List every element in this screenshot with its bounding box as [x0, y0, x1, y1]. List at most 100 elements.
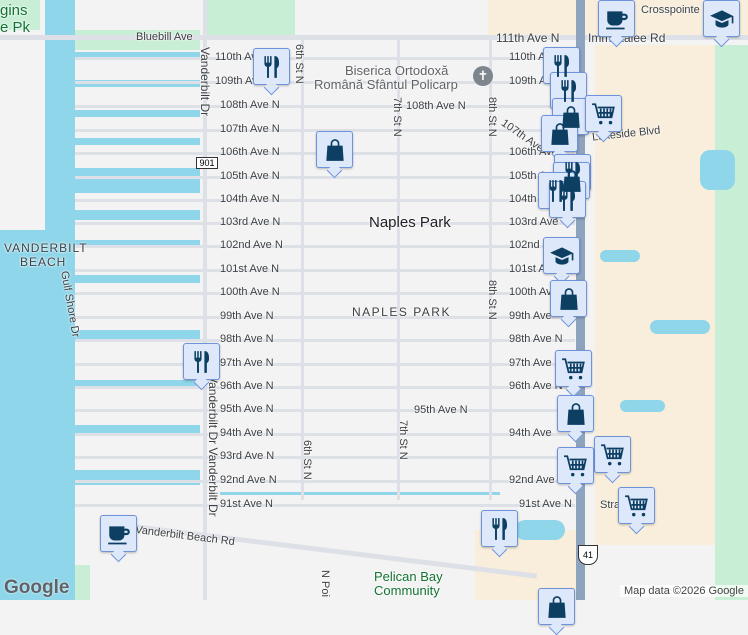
- avenue-label: 101st Ave N: [220, 263, 280, 275]
- avenue-label: 110th A: [509, 51, 546, 63]
- shopping-icon: [563, 401, 589, 427]
- avenue-label: 103rd Ave N: [220, 216, 281, 228]
- road: [75, 409, 575, 412]
- avenue-label: 91st Ave N: [519, 498, 572, 510]
- road: [75, 433, 575, 436]
- grocery-marker[interactable]: [555, 350, 592, 387]
- road: [75, 316, 575, 319]
- grocery-icon: [600, 442, 626, 468]
- school-icon: [709, 6, 735, 32]
- restaurant-marker[interactable]: [253, 48, 290, 85]
- avenue-label: 104th Ave N: [220, 193, 280, 205]
- shopping-marker[interactable]: [557, 395, 594, 432]
- road: [75, 105, 575, 108]
- coffee-marker[interactable]: [598, 0, 635, 37]
- canal: [220, 492, 500, 495]
- grocery-icon: [561, 356, 587, 382]
- road: [75, 339, 575, 342]
- avenue-label: 98th Ave N: [220, 333, 274, 345]
- avenue-label: 92nd Ave N: [220, 474, 277, 486]
- canal: [65, 138, 200, 145]
- restaurant-marker[interactable]: [549, 181, 586, 218]
- coffee-marker[interactable]: [100, 515, 137, 552]
- restaurant-icon: [549, 53, 575, 79]
- coffee-icon: [106, 521, 132, 547]
- grocery-marker[interactable]: [618, 487, 655, 524]
- restaurant-icon: [555, 187, 581, 213]
- restaurant-marker[interactable]: [481, 510, 518, 547]
- grocery-marker[interactable]: [594, 436, 631, 473]
- shopping-marker[interactable]: [316, 131, 353, 168]
- pond: [515, 520, 565, 540]
- street-label: 6th St N: [293, 44, 305, 84]
- route-901-shield: 901: [196, 157, 218, 169]
- road: [75, 386, 575, 389]
- map-canvas[interactable]: 110th Ave 109th Ave 108th Ave N 107th Ave N…: [0, 0, 748, 625]
- street-label: 108th Ave N: [406, 100, 466, 112]
- road: [75, 222, 575, 225]
- restaurant-icon: [556, 78, 582, 104]
- road: [75, 199, 575, 202]
- road: [75, 245, 575, 248]
- neighborhood-label: Naples Park: [369, 214, 451, 231]
- school-marker[interactable]: [543, 237, 580, 274]
- gulf: [0, 230, 45, 600]
- google-logo[interactable]: Google: [4, 577, 69, 599]
- park-area: [715, 45, 748, 600]
- avenue-label: 108th Ave N: [220, 99, 280, 111]
- avenue-label: 107th Ave N: [220, 123, 280, 135]
- avenue-label: 99th Ave N: [220, 310, 274, 322]
- restaurant-icon: [189, 349, 215, 375]
- road: [75, 269, 575, 272]
- place-label: Crosspointe: [641, 4, 700, 16]
- avenue-label: 100th Ave N: [220, 286, 280, 298]
- avenue-label: 91st Ave N: [220, 498, 273, 510]
- shopping-icon: [547, 121, 573, 147]
- avenue-label: 109th A: [509, 75, 547, 87]
- poi-label: Română Sfântul Policarp: [314, 77, 458, 92]
- park-label: gins: [0, 2, 28, 19]
- street-label: Vanderbilt Beach Rd: [134, 523, 236, 549]
- avenue-label: 93rd Ave N: [220, 450, 275, 462]
- park-area: [205, 0, 295, 35]
- street-label: Bluebill Ave: [136, 31, 193, 43]
- shopping-marker[interactable]: [541, 115, 578, 152]
- avenue-label: 94th Ave N: [220, 427, 274, 439]
- street-label: 8th St N: [486, 280, 498, 320]
- avenue-label: 97th Ave: [509, 357, 552, 369]
- park-label: e Pk: [0, 19, 31, 36]
- church-icon[interactable]: ✝: [473, 66, 493, 86]
- pond: [700, 150, 735, 190]
- area-label: BEACH: [20, 255, 67, 269]
- road: [75, 292, 575, 295]
- street-label: 7th St N: [391, 97, 403, 137]
- us-41-shield: 41: [578, 545, 598, 565]
- road: [75, 57, 575, 60]
- area-label: NAPLES PARK: [352, 305, 451, 319]
- park-label: Pelican Bay: [374, 569, 443, 584]
- area-label: VANDERBILT: [4, 241, 88, 255]
- road: [75, 176, 575, 179]
- grocery-marker[interactable]: [585, 95, 622, 132]
- map-attribution[interactable]: Map data ©2026 Google: [619, 585, 748, 597]
- avenue-label: 92nd Ave: [509, 474, 555, 486]
- grocery-icon: [591, 101, 617, 127]
- shopping-marker[interactable]: [538, 588, 575, 625]
- school-marker[interactable]: [703, 0, 740, 37]
- shopping-icon: [544, 594, 570, 620]
- street-label: 8th St N: [486, 97, 498, 137]
- road: [75, 456, 575, 459]
- grocery-icon: [624, 493, 650, 519]
- street-label: Vanderbilt Dr: [198, 47, 212, 117]
- pond: [600, 250, 640, 262]
- restaurant-marker[interactable]: [183, 343, 220, 380]
- avenue-label: 99th Ave: [509, 310, 552, 322]
- coffee-icon: [604, 6, 630, 32]
- park-label: Community: [374, 583, 440, 598]
- street-label: 7th St N: [397, 420, 409, 460]
- avenue-label: 105th Ave N: [220, 170, 280, 182]
- shopping-marker[interactable]: [550, 280, 587, 317]
- avenue-label: 104th: [509, 193, 537, 205]
- avenue-label: 98th Ave N: [509, 333, 563, 345]
- grocery-marker[interactable]: [557, 447, 594, 484]
